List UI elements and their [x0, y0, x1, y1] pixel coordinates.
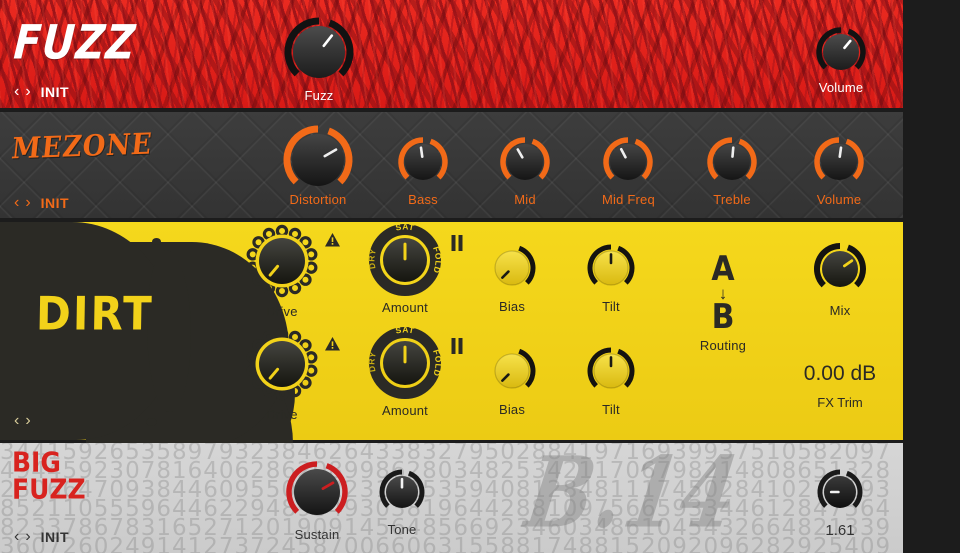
pause-icon[interactable]: [450, 338, 464, 359]
knob-dial[interactable]: [602, 137, 654, 188]
knob-dial[interactable]: [283, 17, 355, 84]
knob-dirt-tilt-a[interactable]: Tilt: [586, 244, 636, 314]
mezone-preset-prev-icon[interactable]: ‹: [14, 194, 19, 212]
dirt-logo: DIRT: [35, 286, 155, 341]
number-texture: 3441592653589793238462643383279502884197…: [0, 443, 892, 553]
knob-dial[interactable]: DRY SAT FOLD: [366, 324, 444, 405]
bigfuzz-preset-nav[interactable]: ‹ › INIT: [14, 528, 69, 546]
mezone-preset-name[interactable]: INIT: [41, 195, 69, 211]
knob-dial[interactable]: [397, 137, 449, 188]
knob-dial[interactable]: [487, 348, 537, 398]
knob-label: Bias: [498, 299, 526, 314]
fuzz-preset-next-icon[interactable]: ›: [25, 83, 30, 101]
warning-icon: [324, 336, 341, 357]
knob-dial[interactable]: [816, 469, 864, 518]
knob-dial[interactable]: [586, 244, 636, 295]
knob-mezone-distortion[interactable]: Distortion: [282, 125, 354, 207]
knob-label: Amount: [381, 300, 428, 315]
knob-mezone-mid[interactable]: Mid: [499, 137, 551, 207]
routing-to: B: [711, 297, 735, 338]
bigfuzz-logo-line2: FUZZ: [12, 472, 86, 506]
knob-dirt-bias-b[interactable]: Bias: [487, 348, 537, 417]
knob-label: Mid: [514, 192, 536, 207]
knob-label: Bias: [498, 402, 526, 417]
routing-from: A: [711, 249, 735, 290]
pause-icon[interactable]: [450, 235, 464, 256]
knob-label: Tilt: [602, 402, 620, 417]
mezone-preset-nav[interactable]: ‹ › INIT: [14, 194, 69, 212]
warning-icon: [324, 232, 341, 253]
knob-bigfuzz-sustain[interactable]: Sustain: [285, 461, 349, 542]
bigfuzz-preset-next-icon[interactable]: ›: [25, 528, 30, 546]
knob-dirt-drive-b[interactable]: Drive: [246, 327, 318, 422]
knob-label: Sustain: [294, 527, 340, 542]
fuzz-logo: FUZZ: [12, 15, 138, 71]
knob-label: Amount: [381, 403, 428, 418]
knob-label: Treble: [713, 192, 751, 207]
knob-fuzz-volume[interactable]: Volume: [816, 27, 866, 95]
knob-mezone-treble[interactable]: Treble: [706, 137, 758, 207]
knob-mezone-midfreq[interactable]: Mid Freq: [602, 137, 655, 207]
knob-label: Bass: [408, 192, 438, 207]
knob-label: Tone: [387, 522, 417, 537]
knob-dial[interactable]: [246, 224, 318, 300]
output-value[interactable]: 1.61: [816, 522, 864, 539]
knob-mezone-volume[interactable]: Volume: [813, 137, 865, 207]
plugin-rack: FUZZ ‹ › INIT Fuzz Volume MEZONE ‹ › INI…: [0, 0, 960, 553]
knob-dirt-tilt-b[interactable]: Tilt: [586, 347, 636, 417]
knob-dial[interactable]: DRY SAT FOLD: [366, 221, 444, 302]
bigfuzz-preset-name[interactable]: INIT: [41, 529, 69, 545]
knob-label: Volume: [818, 80, 864, 95]
knob-dial[interactable]: [816, 27, 866, 76]
fuzz-preset-name[interactable]: INIT: [41, 84, 69, 100]
routing-label: Routing: [699, 338, 747, 353]
knob-dial[interactable]: [282, 125, 354, 188]
knob-label: Fuzz: [304, 88, 334, 103]
knob-dial[interactable]: [487, 245, 537, 295]
svg-text:DRY: DRY: [366, 248, 378, 270]
fx-trim-value[interactable]: 0.00 dB: [790, 362, 890, 386]
routing-control[interactable]: A ↓ B Routing: [694, 249, 752, 353]
knob-dirt-drive-a[interactable]: Drive: [246, 224, 318, 319]
dirt-preset-nav[interactable]: ‹ ›: [14, 412, 31, 430]
knob-dial[interactable]: [812, 243, 868, 299]
svg-text:DRY: DRY: [366, 351, 378, 373]
knob-dirt-mix[interactable]: Mix: [812, 243, 868, 318]
mezone-logo: MEZONE: [9, 127, 154, 167]
knob-dial[interactable]: [813, 137, 865, 188]
knob-dial[interactable]: [378, 469, 426, 518]
knob-label: Tilt: [602, 299, 620, 314]
svg-text:SAT: SAT: [395, 221, 416, 232]
svg-text:SAT: SAT: [395, 324, 416, 335]
knob-dial[interactable]: [246, 327, 318, 403]
knob-dial[interactable]: [285, 461, 349, 523]
dirt-preset-next-icon[interactable]: ›: [25, 412, 30, 430]
bigfuzz-logo: BIG FUZZ: [12, 448, 86, 506]
knob-dirt-amount-b[interactable]: DRY SAT FOLD Amount: [366, 324, 444, 418]
knob-bigfuzz-tone[interactable]: Tone: [378, 469, 426, 537]
knob-dial[interactable]: [706, 137, 758, 188]
knob-dirt-amount-a[interactable]: DRY SAT FOLD Amount: [366, 221, 444, 315]
knob-label: Distortion: [289, 192, 347, 207]
fuzz-preset-prev-icon[interactable]: ‹: [14, 83, 19, 101]
knob-dial[interactable]: [499, 137, 551, 188]
knob-fuzz-fuzz[interactable]: Fuzz: [283, 17, 355, 103]
fx-trim-control[interactable]: 0.00 dB FX Trim: [790, 362, 890, 410]
bigfuzz-watermark: B.14: [518, 436, 747, 551]
dirt-preset-prev-icon[interactable]: ‹: [14, 412, 19, 430]
knob-label: Volume: [816, 192, 862, 207]
fuzz-preset-nav[interactable]: ‹ › INIT: [14, 83, 69, 101]
mezone-preset-next-icon[interactable]: ›: [25, 194, 30, 212]
knob-dial[interactable]: [586, 347, 636, 398]
knob-label: Mid Freq: [602, 192, 655, 207]
knob-label: Drive: [266, 407, 298, 422]
knob-label: Drive: [266, 304, 298, 319]
bigfuzz-preset-prev-icon[interactable]: ‹: [14, 528, 19, 546]
knob-mezone-bass[interactable]: Bass: [397, 137, 449, 207]
knob-dirt-bias-a[interactable]: Bias: [487, 245, 537, 314]
knob-bigfuzz-output[interactable]: 1.61: [816, 469, 864, 539]
fx-trim-label: FX Trim: [817, 395, 863, 410]
knob-label: Mix: [829, 303, 851, 318]
module-bigfuzz: 3441592653589793238462643383279502884197…: [0, 443, 903, 553]
